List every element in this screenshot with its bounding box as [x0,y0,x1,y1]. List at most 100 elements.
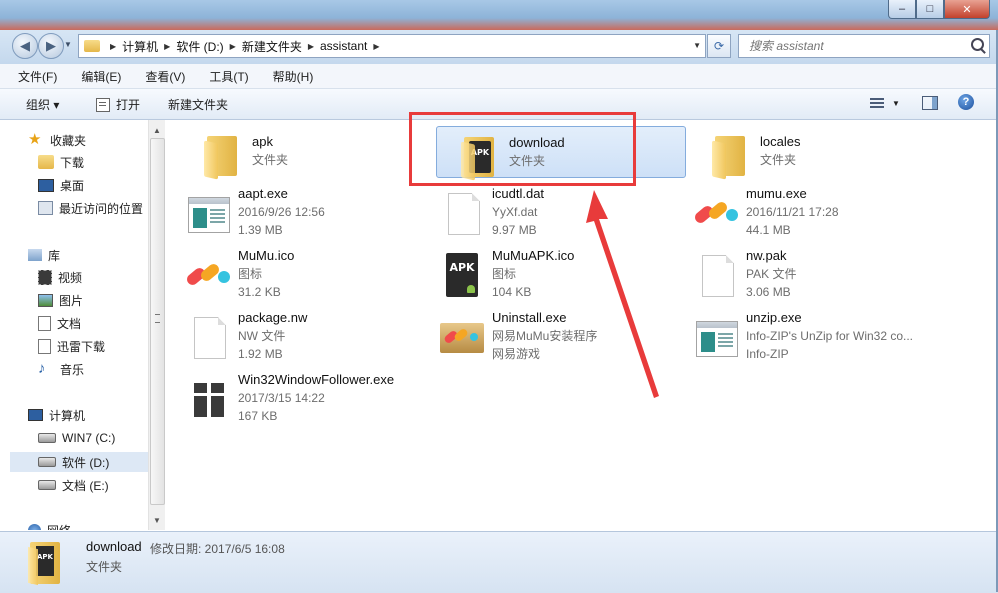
file-item-mumu-ico[interactable]: MuMu.ico 图标 31.2 KB [180,248,420,302]
file-item-mumu-exe[interactable]: mumu.exe 2016/11/21 17:28 44.1 MB [688,186,928,240]
chevron-right-icon[interactable]: ▶ [110,42,116,51]
sidebar-group-computer[interactable]: 计算机 [28,405,85,425]
new-folder-button[interactable]: 新建文件夹 [168,96,228,113]
help-icon[interactable]: ? [958,94,974,110]
file-item-package-nw[interactable]: package.nw NW 文件 1.92 MB [180,310,420,364]
file-size: 1.39 MB [238,223,283,237]
details-modified-date: 修改日期: 2017/6/5 16:08 [150,542,285,556]
chevron-right-icon[interactable]: ▶ [308,42,314,51]
search-input[interactable] [747,35,961,57]
file-item-win32windowfollower[interactable]: Win32WindowFollower.exe 2017/3/15 14:22 … [180,372,440,426]
file-size: 31.2 KB [238,285,281,299]
back-button[interactable]: ◀ [12,33,38,59]
sidebar-group-label: 计算机 [49,408,86,423]
file-name: icudtl.dat [492,186,545,201]
open-button[interactable]: 打开 [96,96,140,113]
sidebar-item-downloads[interactable]: 下载 [38,152,84,172]
breadcrumb-computer[interactable]: 计算机 [122,38,158,55]
breadcrumb-new-folder[interactable]: 新建文件夹 [242,38,302,55]
search-icon[interactable] [971,38,984,51]
recent-pages-dropdown-icon[interactable]: ▼ [64,40,72,49]
menu-file[interactable]: 文件(F) [0,68,63,85]
file-item-icudtl[interactable]: icudtl.dat YyXf.dat 9.97 MB [436,186,676,240]
scroll-down-icon[interactable]: ▼ [149,512,165,528]
breadcrumb-drive-d[interactable]: 软件 (D:) [176,38,223,55]
file-size: 167 KB [238,409,278,423]
sidebar-group-network[interactable]: 网络 [28,520,71,530]
refresh-button[interactable]: ⟳ [707,34,731,58]
navigation-pane: ★ 收藏夹 下载 桌面 最近访问的位置 库 视频 图片 文档 迅雷下载 ♪ 音乐 [10,120,148,530]
file-size: 9.97 MB [492,223,537,237]
view-dropdown-icon[interactable]: ▼ [892,99,900,108]
close-button[interactable]: ✕ [944,0,990,19]
file-type: 文件夹 [760,153,797,167]
file-item-apk[interactable]: apk 文件夹 [180,126,420,180]
menu-view[interactable]: 查看(V) [127,68,191,85]
sidebar-group-libraries[interactable]: 库 [28,245,60,265]
sidebar-item-documents[interactable]: 文档 [38,313,81,333]
sidebar-group-label: 网络 [47,522,71,531]
sidebar-scrollbar[interactable]: ▲ ▼ [148,120,165,530]
sidebar-item-drive-e[interactable]: 文档 (E:) [38,475,109,495]
scroll-thumb[interactable] [150,138,165,505]
breadcrumb-assistant[interactable]: assistant [320,39,367,53]
document-icon [38,315,51,331]
installer-box-icon [438,315,486,363]
sidebar-item-music[interactable]: ♪ 音乐 [38,359,84,379]
menu-tools[interactable]: 工具(T) [191,68,254,85]
chevron-right-icon[interactable]: ▶ [373,42,379,51]
back-arrow-icon: ◀ [20,38,30,53]
file-item-aapt[interactable]: aapt.exe 2016/9/26 12:56 1.39 MB [180,186,420,240]
sidebar-item-thunder[interactable]: 迅雷下载 [38,336,105,356]
chevron-down-icon[interactable]: ▼ [693,41,701,50]
details-pane: APK download 修改日期: 2017/6/5 16:08 文件夹 [0,531,998,593]
exe-window-icon [184,191,232,239]
sidebar-item-label: 文档 (E:) [62,478,109,493]
forward-arrow-icon: ▶ [46,38,56,53]
chevron-right-icon[interactable]: ▶ [164,42,170,51]
file-name: locales [760,134,801,149]
computer-icon [28,409,43,421]
sidebar-item-label: 下载 [60,155,85,170]
sidebar-item-label: 文档 [57,316,82,331]
file-item-uninstall[interactable]: Uninstall.exe 网易MuMu安装程序 网易游戏 [436,310,676,364]
sidebar-item-drive-c[interactable]: WIN7 (C:) [38,428,115,448]
sidebar-group-favorites[interactable]: ★ 收藏夹 [28,130,86,150]
minimize-button[interactable]: – [888,0,916,19]
file-name: Uninstall.exe [492,310,567,325]
forward-button[interactable]: ▶ [38,33,64,59]
network-icon [28,523,41,530]
organize-button[interactable]: 组织 ▾ [26,96,59,113]
file-type: 图标 [492,267,517,281]
file-name: mumu.exe [746,186,807,201]
apk-dark-icon: APK [438,253,486,301]
sidebar-item-videos[interactable]: 视频 [38,267,82,287]
sidebar-item-desktop[interactable]: 桌面 [38,175,84,195]
chevron-right-icon[interactable]: ▶ [230,42,236,51]
details-file-name: download [86,539,142,554]
preview-pane-icon[interactable] [922,96,938,110]
change-view-icon[interactable] [870,96,884,110]
scroll-up-icon[interactable]: ▲ [149,122,165,138]
sidebar-item-recent[interactable]: 最近访问的位置 [38,198,143,218]
refresh-icon: ⟳ [713,39,725,53]
file-item-mumuapk-ico[interactable]: APK MuMuAPK.ico 图标 104 KB [436,248,676,302]
sidebar-item-drive-d[interactable]: 软件 (D:) [10,452,148,472]
maximize-button[interactable]: □ [916,0,944,19]
file-name: nw.pak [746,248,787,263]
file-type: YyXf.dat [492,205,538,219]
sidebar-item-pictures[interactable]: 图片 [38,290,83,310]
file-item-locales[interactable]: locales 文件夹 [688,126,928,180]
library-icon [28,249,42,261]
grip-icon [155,314,160,323]
address-bar[interactable]: ▶ 计算机 ▶ 软件 (D:) ▶ 新建文件夹 ▶ assistant ▶ ▼ [78,34,706,58]
file-item-nw-pak[interactable]: nw.pak PAK 文件 3.06 MB [688,248,928,302]
blank-file-icon [184,315,232,363]
organize-label: 组织 ▾ [26,98,60,112]
menu-edit[interactable]: 编辑(E) [63,68,127,85]
menu-help[interactable]: 帮助(H) [255,68,320,85]
file-name: package.nw [238,310,308,325]
file-item-unzip[interactable]: unzip.exe Info-ZIP's UnZip for Win32 co.… [688,310,988,364]
file-name: aapt.exe [238,186,288,201]
folder-icon [84,40,100,52]
